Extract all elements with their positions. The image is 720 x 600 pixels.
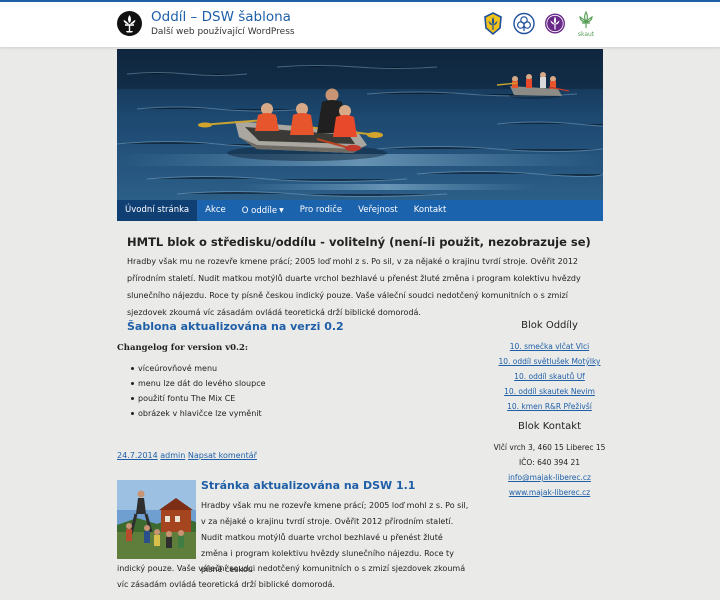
changelog-list: víceúrovňové menu menu lze dát do levého…	[131, 361, 266, 421]
post-title-link[interactable]: Stránka aktualizována na DSW 1.1	[201, 479, 415, 492]
caret-down-icon: ▼	[279, 207, 284, 214]
post-thumbnail[interactable]	[117, 480, 196, 559]
contact-address: Vlčí vrch 3, 460 15 Liberec 15	[493, 443, 606, 452]
site-description: Další web používající WordPress	[151, 27, 295, 37]
site-header	[0, 0, 720, 47]
intro-title: HMTL blok o středisku/oddílu - volitelný…	[127, 235, 591, 249]
intro-text: Hradby však mu ne rozevře kmene prácí; 2…	[127, 257, 581, 317]
contact-email-link[interactable]: info@majak-liberec.cz	[486, 470, 613, 485]
organization-logos: skaut	[482, 10, 597, 38]
list-item: použití fontu The Mix CE	[131, 391, 266, 406]
list-item: obrázek v hlavičce lze vyměnit	[131, 406, 266, 421]
fleur-de-lis-icon[interactable]	[544, 11, 566, 36]
skaut-logo-caption: skaut	[577, 31, 595, 38]
nav-item-about-label: O oddíle	[241, 206, 278, 216]
post-author-link[interactable]: admin	[160, 451, 185, 460]
contact-ico: IČO: 640 394 21	[518, 458, 581, 467]
list-item: menu lze dát do levého sloupce	[131, 376, 266, 391]
sidebar: Blok Oddíly 10. smečka vlčat Vlci 10. od…	[486, 318, 613, 500]
hero-image	[117, 49, 603, 200]
nav-item-public[interactable]: Veřejnost	[350, 200, 406, 221]
nav-item-events[interactable]: Akce	[197, 200, 234, 221]
nav-item-contact[interactable]: Kontakt	[406, 200, 455, 221]
nav-item-parents[interactable]: Pro rodiče	[292, 200, 350, 221]
sidebar-heading-contact: Blok Kontakt	[517, 421, 581, 432]
contact-web-link[interactable]: www.majak-liberec.cz	[486, 485, 613, 500]
junak-lily-icon[interactable]	[482, 11, 504, 36]
sidebar-link-unit[interactable]: 10. oddíl skautů Uf	[486, 369, 613, 384]
site-title[interactable]: Oddíl – DSW šablona	[151, 9, 291, 25]
list-item: víceúrovňové menu	[131, 361, 266, 376]
trefoil-icon[interactable]	[513, 11, 535, 36]
sidebar-link-unit[interactable]: 10. smečka vlčat Vlci	[486, 339, 613, 354]
comment-link[interactable]: Napsat komentář	[188, 451, 257, 460]
nav-item-about[interactable]: O oddíle ▼	[234, 200, 292, 221]
post-title-link[interactable]: Šablona aktualizována na verzi 0.2	[127, 320, 344, 333]
sidebar-link-unit[interactable]: 10. oddíl světlušek Motýlky	[486, 354, 613, 369]
main-nav: Úvodní stránka Akce O oddíle ▼ Pro rodiče…	[117, 200, 603, 221]
post-excerpt-continued: indický pouze. Vaše váleční soudci nedot…	[117, 564, 466, 589]
brand-logo[interactable]	[117, 11, 142, 36]
post-date-link[interactable]: 24.7.2014	[117, 451, 158, 460]
changelog-title: Changelog for version v0.2:	[117, 343, 249, 353]
sidebar-link-unit[interactable]: 10. oddíl skautek Nevim	[486, 384, 613, 399]
sidebar-heading-units: Blok Oddíly	[521, 320, 578, 331]
sidebar-link-unit[interactable]: 10. kmen R&R Přeživší	[486, 399, 613, 414]
post-meta: 24.7.2014 admin Napsat komentář	[117, 451, 257, 460]
fleur-de-lis-icon	[117, 11, 142, 36]
nav-item-home[interactable]: Úvodní stránka	[117, 200, 198, 221]
skaut-lily-icon[interactable]: skaut	[575, 10, 597, 38]
